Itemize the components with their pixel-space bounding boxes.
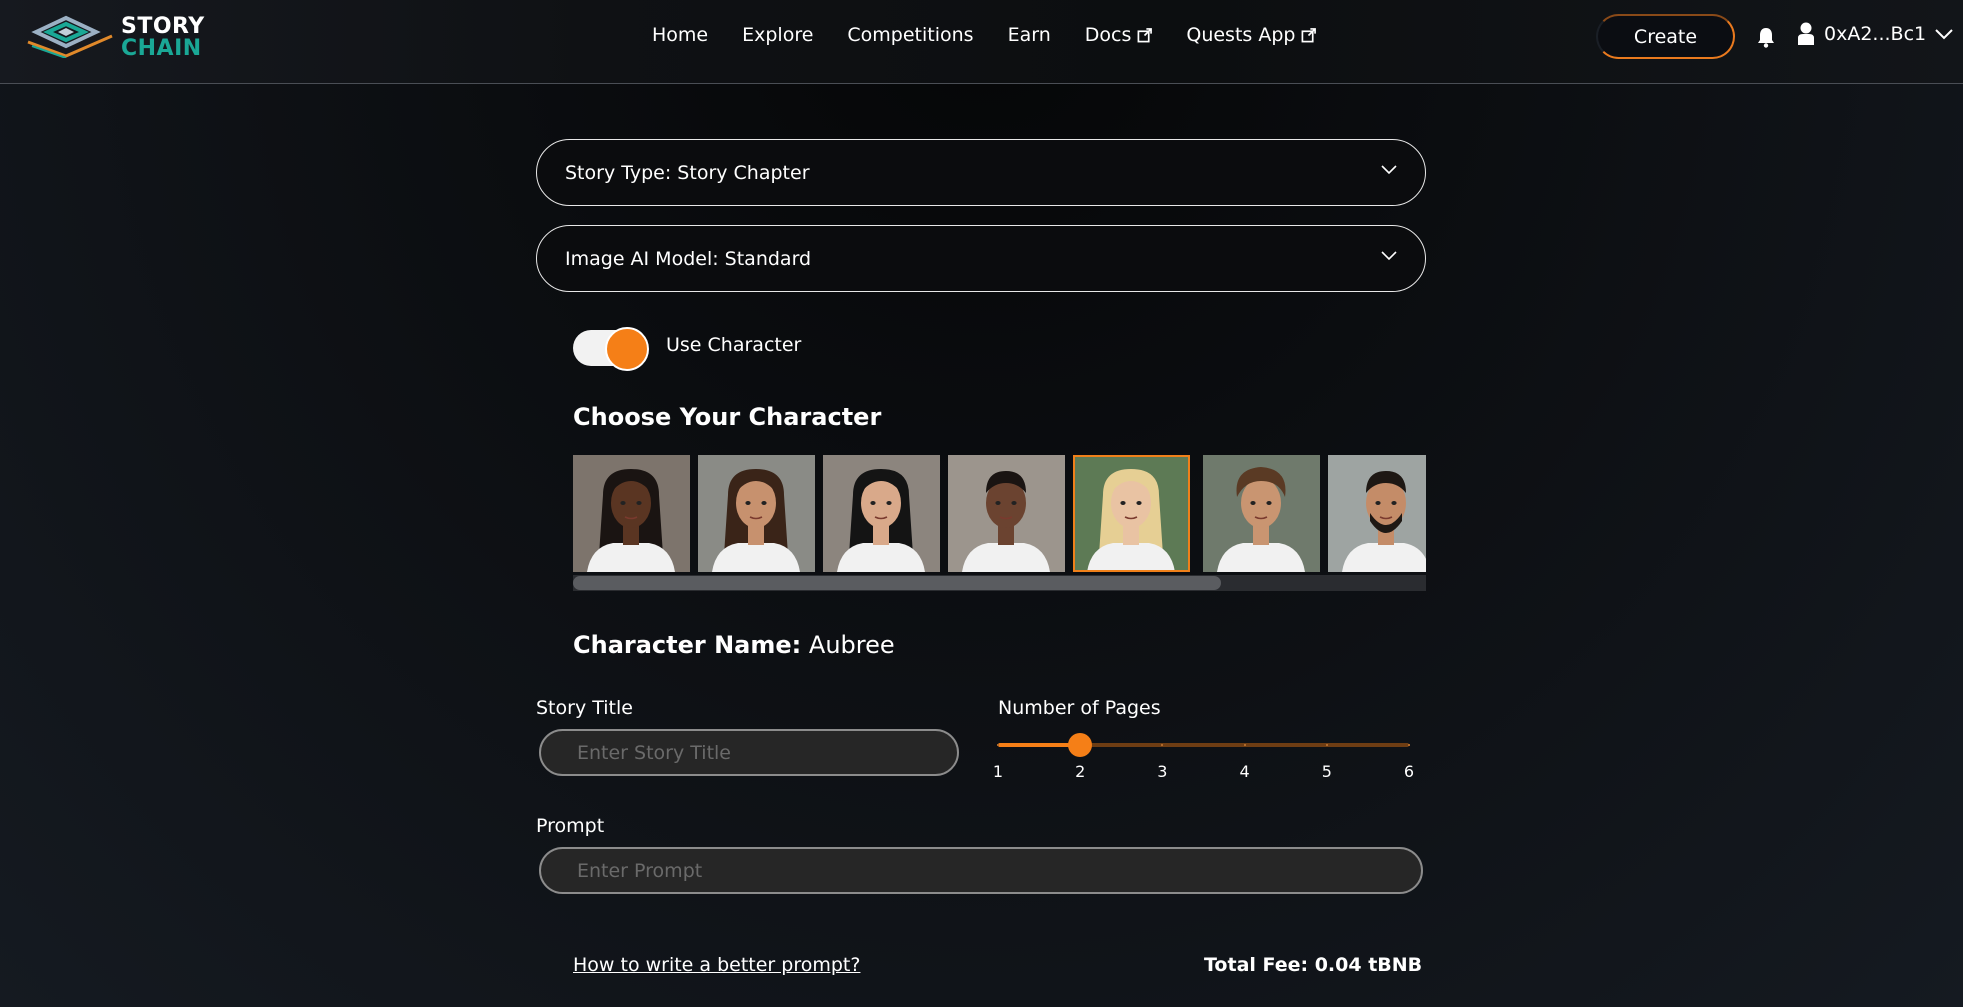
- nav-docs[interactable]: Docs: [1085, 24, 1153, 46]
- character-carousel[interactable]: [573, 455, 1426, 572]
- nav-competitions-label: Competitions: [847, 24, 974, 46]
- create-button[interactable]: Create: [1596, 14, 1735, 59]
- use-character-label: Use Character: [666, 334, 802, 356]
- logo-text-chain: CHAIN: [121, 36, 202, 61]
- toggle-knob: [605, 327, 649, 371]
- story-type-select[interactable]: Story Type: Story Chapter: [536, 139, 1426, 206]
- external-link-icon: [1137, 27, 1153, 42]
- character-name-label: Character Name:: [573, 631, 802, 659]
- slider-step-mark: [1408, 744, 1410, 746]
- slider-tick-label: 6: [1403, 762, 1415, 781]
- slider-step-mark: [1243, 744, 1246, 746]
- nav-explore-label: Explore: [742, 24, 814, 46]
- storychain-logo[interactable]: STORY CHAIN: [26, 12, 204, 62]
- nav-earn[interactable]: Earn: [1008, 24, 1051, 46]
- character-option[interactable]: [948, 455, 1065, 572]
- prompt-input[interactable]: [539, 847, 1423, 894]
- slider-step-mark: [1161, 744, 1164, 746]
- story-type-value: Story Type: Story Chapter: [565, 161, 810, 184]
- nav-competitions[interactable]: Competitions: [847, 24, 973, 46]
- story-title-label: Story Title: [536, 697, 633, 719]
- character-portrait: [1203, 455, 1320, 572]
- character-option[interactable]: [698, 455, 815, 572]
- slider-step-mark: [997, 744, 999, 746]
- pages-label: Number of Pages: [998, 697, 1161, 719]
- nav-quests-app-label: Quests App: [1186, 24, 1296, 46]
- character-portrait: [573, 455, 690, 572]
- nav-docs-label: Docs: [1084, 24, 1132, 46]
- total-fee: Total Fee: 0.04 tBNB: [1204, 954, 1423, 976]
- character-option[interactable]: [573, 455, 690, 572]
- character-portrait: [698, 455, 815, 572]
- slider-step-mark: [1325, 744, 1328, 746]
- top-nav-bar: STORY CHAIN Home Explore Competitions Ea…: [0, 0, 1963, 84]
- character-portrait: [1073, 455, 1190, 572]
- nav-home-label: Home: [652, 24, 709, 46]
- notification-bell-icon[interactable]: [1756, 26, 1776, 48]
- character-option[interactable]: [823, 455, 940, 572]
- user-icon: [1798, 22, 1814, 45]
- choose-character-title: Choose Your Character: [573, 403, 882, 431]
- nav-home[interactable]: Home: [652, 24, 708, 46]
- wallet-account-menu[interactable]: 0xA2...Bc1: [1797, 22, 1953, 46]
- character-portrait: [1328, 455, 1426, 572]
- wallet-address: 0xA2...Bc1: [1824, 23, 1927, 45]
- chevron-down-icon: [1381, 165, 1397, 175]
- external-link-icon: [1302, 27, 1317, 42]
- character-portrait: [948, 455, 1065, 572]
- character-option[interactable]: [1328, 455, 1426, 572]
- slider-thumb[interactable]: [1068, 733, 1093, 757]
- chevron-down-icon: [1935, 29, 1953, 40]
- nav-earn-label: Earn: [1007, 24, 1051, 46]
- slider-tick-label: 1: [992, 762, 1004, 781]
- character-option[interactable]: [1073, 455, 1190, 572]
- prompt-label: Prompt: [536, 815, 605, 837]
- character-name: Character Name: Aubree: [573, 631, 895, 659]
- character-name-value: Aubree: [808, 631, 895, 659]
- pages-slider[interactable]: [997, 733, 1410, 757]
- use-character-toggle[interactable]: [573, 327, 649, 371]
- character-option[interactable]: [1203, 455, 1320, 572]
- story-title-input[interactable]: [539, 729, 959, 776]
- slider-tick-label: 3: [1157, 762, 1168, 781]
- pages-slider-ticks: 1 2 3 4 5 6: [993, 762, 1414, 782]
- slider-tick-label: 2: [1075, 762, 1086, 781]
- nav-quests-app[interactable]: Quests App: [1186, 24, 1317, 46]
- storychain-logo-icon: [27, 15, 113, 58]
- chevron-down-icon: [1381, 251, 1397, 261]
- image-model-value: Image AI Model: Standard: [565, 247, 812, 270]
- nav-explore[interactable]: Explore: [742, 24, 813, 46]
- slider-tick-label: 5: [1321, 762, 1332, 781]
- image-model-select[interactable]: Image AI Model: Standard: [536, 225, 1426, 292]
- prompt-help-link[interactable]: How to write a better prompt?: [573, 954, 860, 976]
- slider-tick-label: 4: [1239, 762, 1250, 781]
- carousel-scrollbar-thumb[interactable]: [573, 576, 1221, 590]
- character-portrait: [823, 455, 940, 572]
- main-nav: Home Explore Competitions Earn Docs Ques…: [652, 24, 1317, 46]
